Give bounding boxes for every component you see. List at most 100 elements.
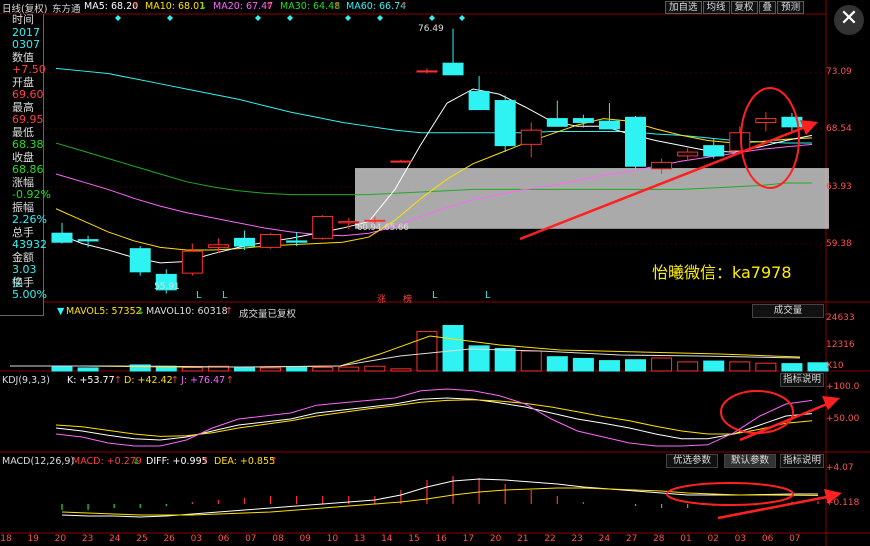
change-value: -0.92% xyxy=(12,188,51,201)
volume-bar xyxy=(729,361,751,372)
candle-body xyxy=(51,232,73,243)
volume-bar xyxy=(390,368,412,372)
default-params-button[interactable]: 默认参数 xyxy=(724,454,776,468)
kdj-highlight-ellipse xyxy=(720,390,794,434)
ma-lines-button[interactable]: 均线 xyxy=(702,1,730,14)
price-tick: 63.93 xyxy=(826,182,852,192)
volume-value: 43932 xyxy=(12,238,47,251)
kdj-d-arrow: ↑ xyxy=(171,375,179,386)
date-tick: 28 xyxy=(653,534,665,544)
mavol5-arrow: ↓ xyxy=(137,306,145,317)
watermark-text: 怡曦微信：ka7978 xyxy=(652,263,792,282)
overlay-button[interactable]: 叠 xyxy=(758,1,777,14)
date-tick: 06 xyxy=(761,534,774,544)
close-icon[interactable]: ✕ xyxy=(834,5,864,35)
low-price-mark: 55.91 xyxy=(154,282,180,292)
ma60-line xyxy=(55,67,812,144)
candle-body xyxy=(286,240,308,243)
ma30-arrow: ↑ xyxy=(333,1,341,12)
dea-value: DEA: +0.855 xyxy=(214,456,276,467)
marker-l: L xyxy=(485,290,491,301)
volume-bar xyxy=(442,325,464,372)
candle-body xyxy=(77,239,99,242)
limit-up-mark: 涨 xyxy=(377,295,387,305)
volume-tick: X10 xyxy=(826,361,844,371)
volume-bar xyxy=(338,366,360,372)
candle-body xyxy=(755,118,777,123)
volume-down-icon: ▼ xyxy=(57,306,65,317)
candle-body xyxy=(494,100,516,147)
date-tick: 20 xyxy=(54,534,67,544)
date-tick: 06 xyxy=(217,534,230,544)
candle-body xyxy=(312,215,334,239)
mavol10-arrow: ↑ xyxy=(225,306,233,317)
signal-marker xyxy=(459,15,465,21)
volume-bar xyxy=(625,359,647,372)
add-watchlist-button[interactable]: 加自选 xyxy=(665,1,702,14)
volume-tick: 12316 xyxy=(826,340,855,350)
ma60-arrow: ↑ xyxy=(400,1,408,12)
date-tick: 14 xyxy=(381,534,393,544)
date-tick: 22 xyxy=(544,534,556,544)
price-tick: 73.09 xyxy=(826,67,852,77)
macd-name[interactable]: MACD(12,26,9) xyxy=(2,456,74,467)
adjust-button[interactable]: 复权 xyxy=(730,1,758,14)
candle-body xyxy=(207,244,229,248)
signal-marker xyxy=(255,15,261,21)
forecast-button[interactable]: 预测 xyxy=(777,1,805,14)
date-tick: 23 xyxy=(571,534,583,544)
value-value: +7.50 xyxy=(12,63,46,76)
kdj-explain-button[interactable]: 指标说明 xyxy=(780,373,824,387)
volume-bar xyxy=(260,367,282,372)
stock-name: 东方通 xyxy=(52,4,81,15)
date-tick: 10 xyxy=(326,534,339,544)
ma10-value: MA10: 68.01 xyxy=(145,1,206,12)
volume-bar xyxy=(781,363,803,372)
kdj-name[interactable]: KDJ(9,3,3) xyxy=(2,375,50,386)
open-value: 69.60 xyxy=(12,88,44,101)
volume-indicator-button[interactable]: 成交量 xyxy=(752,304,824,318)
kdj-k-value: K: +53.77 xyxy=(67,375,115,386)
candle-body xyxy=(651,161,673,170)
diff-arrow: ↑ xyxy=(201,456,209,467)
kdj-tick: +100.0 xyxy=(826,382,860,392)
ma30-value: MA30: 64.48 xyxy=(280,1,341,12)
ma5-arrow: ↑ xyxy=(131,1,139,12)
date-tick: 24 xyxy=(109,534,121,544)
candle-body xyxy=(625,116,647,167)
price-tick: 68.54 xyxy=(826,124,852,134)
volume-bar xyxy=(312,367,334,372)
signal-marker xyxy=(115,15,121,21)
volume-bar xyxy=(807,362,829,372)
kdj-d-line xyxy=(55,399,813,437)
date-tick: 27 xyxy=(625,534,638,544)
date-tick: 19 xyxy=(27,534,39,544)
dea-arrow: ↑ xyxy=(270,456,278,467)
date-tick: 13 xyxy=(353,534,366,544)
date-tick: 18 xyxy=(0,534,12,544)
macd-explain-button[interactable]: 指标说明 xyxy=(780,454,824,468)
candle-body xyxy=(572,118,594,123)
date-tick: 25 xyxy=(136,534,148,544)
diff-value: DIFF: +0.995 xyxy=(146,456,208,467)
ma10-arrow: ↓ xyxy=(199,1,207,12)
kdj-j-value: J: +76.47 xyxy=(181,375,226,386)
volume-bar xyxy=(651,357,673,372)
optimize-params-button[interactable]: 优选参数 xyxy=(666,454,718,468)
turnover-value: 5.00% xyxy=(12,288,47,301)
volume-bar xyxy=(546,356,568,372)
date-tick: 24 xyxy=(598,534,611,544)
signal-marker xyxy=(167,15,173,21)
volume-bar xyxy=(677,361,699,372)
high-value: 69.95 xyxy=(12,113,44,126)
volume-bar xyxy=(598,360,620,372)
kdj-tick: +50.00 xyxy=(826,414,860,424)
chart-toolbar: 加自选 均线 复权 叠 预测 xyxy=(664,1,805,14)
macd-tick: +4.07 xyxy=(826,463,854,473)
candle-body xyxy=(129,248,151,273)
candle-body xyxy=(260,233,282,248)
kdj-d-value: D: +42.42 xyxy=(124,375,173,386)
kdj-j-line xyxy=(55,388,813,447)
date-value: 0307 xyxy=(12,38,40,51)
volume-bar xyxy=(703,360,725,372)
